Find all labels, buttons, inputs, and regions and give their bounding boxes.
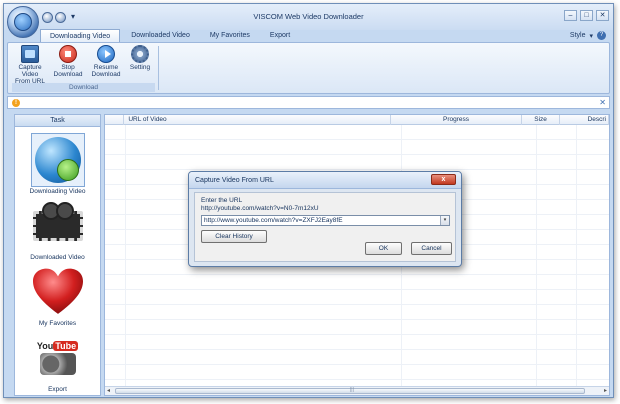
column-header-progress[interactable]: Progress bbox=[391, 115, 522, 125]
app-menu-orb-icon[interactable] bbox=[7, 6, 39, 38]
url-combo-value[interactable]: http://www.youtube.com/watch?v=ZXFJ2Eay8… bbox=[204, 217, 343, 224]
setting-label: Setting bbox=[129, 64, 151, 71]
capture-video-label-1: Capture Video bbox=[18, 64, 42, 78]
chevron-down-icon[interactable]: ▾ bbox=[440, 216, 449, 225]
column-header-description[interactable]: Descri bbox=[560, 115, 609, 125]
ribbon-group-download: Capture Video From URL Stop Download Res… bbox=[12, 44, 155, 92]
style-menu-arrow-icon[interactable]: ▾ bbox=[589, 32, 593, 40]
style-menu[interactable]: Style ▾ ? bbox=[570, 31, 606, 40]
stop-download-label-2: Download bbox=[53, 71, 83, 78]
maximize-button[interactable]: □ bbox=[580, 10, 593, 21]
setting-button[interactable]: Setting bbox=[122, 44, 158, 71]
capture-video-button[interactable]: Capture Video From URL bbox=[12, 44, 48, 85]
clear-history-button[interactable]: Clear History bbox=[201, 230, 267, 243]
column-header-select[interactable] bbox=[105, 115, 125, 125]
sidebar-item-downloading-video[interactable]: Downloading Video bbox=[15, 133, 100, 195]
resume-download-label-2: Download bbox=[91, 71, 121, 78]
stop-download-label-1: Stop bbox=[61, 64, 75, 71]
heart-icon[interactable] bbox=[31, 265, 85, 319]
stop-download-button[interactable]: Stop Download bbox=[50, 44, 86, 78]
info-bar: ! ✕ bbox=[7, 96, 610, 109]
resume-download-label-1: Resume bbox=[93, 64, 119, 71]
window-controls: – □ ✕ bbox=[564, 10, 609, 21]
grid-header: URL of Video Progress Size Descri bbox=[105, 115, 609, 125]
info-warning-icon: ! bbox=[12, 99, 20, 107]
tab-downloading-video[interactable]: Downloading Video bbox=[40, 29, 121, 43]
close-button[interactable]: ✕ bbox=[596, 10, 609, 21]
capture-video-icon bbox=[21, 45, 39, 63]
url-prompt-label: Enter the URL bbox=[201, 197, 243, 204]
style-menu-label[interactable]: Style bbox=[570, 32, 586, 39]
title-bar: ▾ VISCOM Web Video Downloader – □ ✕ bbox=[4, 4, 613, 38]
globe-download-icon[interactable] bbox=[30, 133, 85, 187]
sidebar-header: Task bbox=[15, 115, 100, 127]
sidebar-item-label: Downloaded Video bbox=[30, 254, 85, 261]
url-example-label: http://youtube.com/watch?v=N0-7m12xU bbox=[201, 205, 319, 212]
gear-icon bbox=[131, 45, 149, 63]
task-sidebar: Task Downloading Video Downloaded Video bbox=[14, 114, 101, 396]
stop-icon bbox=[59, 45, 77, 63]
youtube-export-icon[interactable]: You Tube bbox=[31, 331, 85, 385]
cancel-button[interactable]: Cancel bbox=[411, 242, 452, 255]
dialog-title: Capture Video From URL bbox=[195, 177, 274, 184]
dialog-title-bar: Capture Video From URL x bbox=[189, 172, 461, 189]
window-title: VISCOM Web Video Downloader bbox=[253, 12, 364, 21]
resume-icon bbox=[97, 45, 115, 63]
ribbon-tabs: Downloading Video Downloaded Video My Fa… bbox=[40, 29, 299, 43]
capture-url-dialog: Capture Video From URL x Enter the URL h… bbox=[188, 171, 462, 267]
ok-button[interactable]: OK bbox=[365, 242, 402, 255]
ribbon-group-label: Download bbox=[12, 83, 155, 92]
info-bar-close-icon[interactable]: ✕ bbox=[599, 97, 606, 108]
ribbon-group-separator bbox=[158, 46, 159, 90]
sidebar-item-label: My Favorites bbox=[38, 320, 77, 327]
dialog-body: Enter the URL http://youtube.com/watch?v… bbox=[194, 192, 456, 262]
tab-my-favorites[interactable]: My Favorites bbox=[201, 29, 259, 43]
sidebar-item-label: Export bbox=[48, 386, 67, 393]
minimize-button[interactable]: – bbox=[564, 10, 577, 21]
sidebar-item-my-favorites[interactable]: My Favorites bbox=[15, 265, 100, 327]
dialog-close-button[interactable]: x bbox=[431, 174, 456, 185]
sidebar-item-export[interactable]: You Tube Export bbox=[15, 331, 100, 393]
resume-download-button[interactable]: Resume Download bbox=[88, 44, 124, 78]
ribbon-panel: Capture Video From URL Stop Download Res… bbox=[7, 42, 610, 94]
scrollbar-thumb[interactable] bbox=[115, 387, 585, 394]
sidebar-item-downloaded-video[interactable]: Downloaded Video bbox=[15, 199, 100, 261]
sidebar-item-label: Downloading Video bbox=[29, 188, 86, 195]
film-reel-icon bbox=[39, 353, 76, 375]
scroll-left-icon[interactable]: ◂ bbox=[107, 387, 110, 395]
youtube-logo-tube: Tube bbox=[53, 341, 79, 351]
tab-export[interactable]: Export bbox=[261, 29, 299, 43]
url-combo-input[interactable]: http://www.youtube.com/watch?v=ZXFJ2Eay8… bbox=[201, 215, 450, 226]
column-header-url[interactable]: URL of Video bbox=[124, 115, 392, 125]
scroll-right-icon[interactable]: ▸ bbox=[604, 387, 607, 395]
horizontal-scrollbar[interactable]: ◂ ▸ bbox=[105, 386, 609, 395]
tab-downloaded-video[interactable]: Downloaded Video bbox=[122, 29, 199, 43]
film-reel-icon[interactable] bbox=[31, 199, 85, 253]
column-header-size[interactable]: Size bbox=[522, 115, 561, 125]
youtube-logo: You Tube bbox=[36, 341, 79, 351]
youtube-logo-you: You bbox=[36, 341, 54, 351]
help-icon[interactable]: ? bbox=[597, 31, 606, 40]
